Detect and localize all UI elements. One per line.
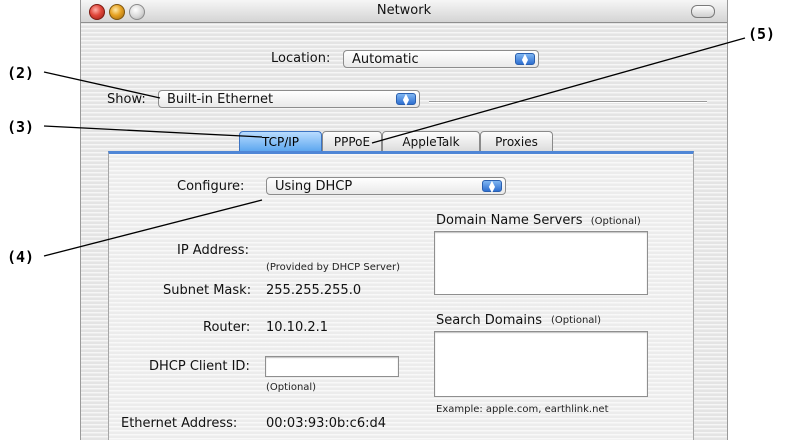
callout-4-line: [43, 199, 263, 257]
callout-5-line: [371, 37, 746, 144]
callout-3-line: [43, 125, 263, 138]
callout-lines: [43, 37, 746, 257]
callout-2-line: [43, 71, 161, 99]
